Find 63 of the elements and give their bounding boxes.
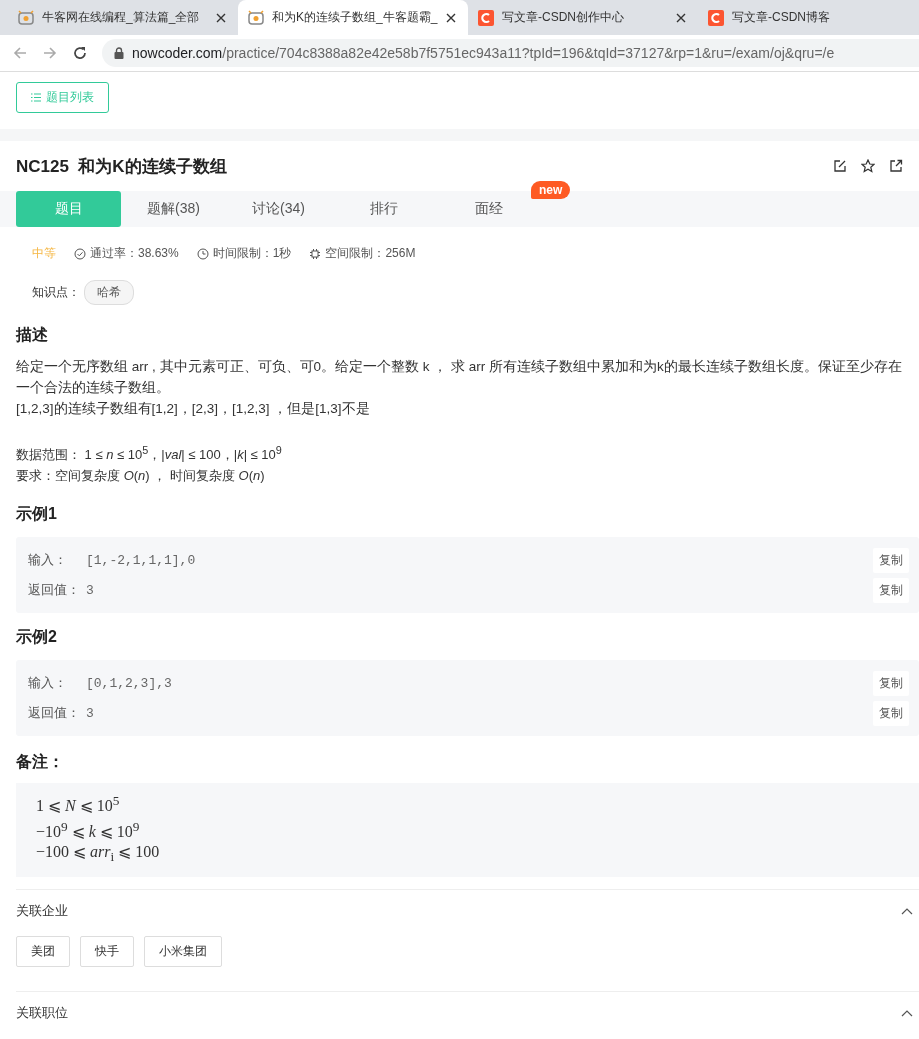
difficulty-label: 中等 xyxy=(32,245,56,262)
star-icon[interactable] xyxy=(861,159,875,173)
company-tag[interactable]: 美团 xyxy=(16,936,70,968)
problem-tab[interactable]: 讨论(34) xyxy=(226,191,331,227)
stat-text: 空间限制：256M xyxy=(325,245,416,262)
close-icon[interactable] xyxy=(676,12,686,23)
problem-title: NC125 和为K的连续子数组 xyxy=(16,155,227,178)
example-label: 输入： xyxy=(28,551,68,570)
company-tag[interactable]: 小米集团 xyxy=(144,936,222,968)
clock-icon xyxy=(196,247,209,260)
formula-text: −100 ⩽ arr$_{i}$ ⩽ 100 xyxy=(36,842,161,867)
lock-icon xyxy=(114,47,124,59)
close-icon[interactable] xyxy=(446,12,456,23)
copy-button[interactable]: 复制 xyxy=(873,547,909,573)
nowcoder-logo-icon xyxy=(248,9,264,26)
company-tag[interactable]: 快手 xyxy=(80,936,134,968)
browser-tab[interactable]: 和为K的连续子数组_牛客题霸_ xyxy=(238,0,468,35)
copy-button[interactable]: 复制 xyxy=(873,670,909,696)
constraint-text: 数据范围： 1 ≤ n ≤ 10$^{5}$，|val| ≤ 100，|k| ≤ 10$^{9}$ xyxy=(16,443,283,465)
csdn-logo-icon xyxy=(478,9,494,26)
example-value: 3 xyxy=(85,582,95,598)
chevron-icon[interactable] xyxy=(901,907,913,916)
formula-text: −10$^{9}$ ⩽ k ⩽ 10$^{9}$ xyxy=(36,817,141,842)
formula-text: 1 ⩽ N ⩽ 10$^{5}$ xyxy=(36,792,121,817)
check-circle-icon xyxy=(74,247,86,260)
knowledge-label: 知识点： xyxy=(32,284,80,301)
copy-button[interactable]: 复制 xyxy=(873,700,909,726)
browser-tab[interactable]: 牛客网在线编程_算法篇_全部 xyxy=(8,0,238,35)
stat-text: 通过率：38.63% xyxy=(90,245,179,262)
problem-tab[interactable]: 排行 xyxy=(331,191,436,227)
example-value: [1,-2,1,1,1],0 xyxy=(85,552,197,568)
description-text: 给定一个无序数组 arr , 其中元素可正、可负、可0。给定一个整数 k ， 求 arr 所有连续子数组中累加和为k的最长连续子数组长度。保证至少存在一个合法的连续子数组。 xyxy=(16,358,903,397)
description-text: [1,2,3]的连续子数组有[1,2]，[2,3]，[1,2,3] ，但是[1,3]不是 xyxy=(16,400,371,418)
related-heading: 关联企业 xyxy=(16,902,68,921)
browser-tab[interactable]: 写文章-CSDN博客 xyxy=(698,0,919,35)
example-value: 3 xyxy=(85,705,95,721)
constraint-text: 要求：空间复杂度 O(n) ， 时间复杂度 O(n) xyxy=(16,467,266,486)
list-icon xyxy=(31,93,41,102)
example-label: 返回值： xyxy=(28,704,81,723)
edit-icon[interactable] xyxy=(833,159,847,173)
example-label: 返回值： xyxy=(28,581,81,600)
example-label: 输入： xyxy=(28,674,68,693)
section-heading: 示例1 xyxy=(16,504,58,525)
section-heading: 描述 xyxy=(16,325,49,345)
nowcoder-logo-icon xyxy=(18,9,34,26)
chip-icon xyxy=(309,247,322,260)
url-text: nowcoder.com/practice/704c8388a82e42e58b7f5751ec943a11?tpId=196&tqId=37127&rp=1&ru=/exam/oj&qru=/e xyxy=(132,45,835,61)
new-badge: new xyxy=(531,181,571,199)
close-icon[interactable] xyxy=(216,12,226,23)
related-heading: 关联职位 xyxy=(16,1004,68,1023)
problem-tab[interactable]: 题解(38) xyxy=(121,191,226,227)
copy-button[interactable]: 复制 xyxy=(873,577,909,603)
example-value: [0,1,2,3],3 xyxy=(85,675,173,691)
section-heading: 备注： xyxy=(16,752,65,773)
address-bar[interactable]: nowcoder.com/practice/704c8388a82e42e58b7f5751ec943a11?tpId=196&tqId=37127&rp=1&ru=/exam/oj&qru=/e xyxy=(102,39,919,67)
chevron-icon[interactable] xyxy=(901,1009,913,1018)
browser-tab[interactable]: 写文章-CSDN创作中心 xyxy=(468,0,698,35)
share-icon[interactable] xyxy=(889,159,903,173)
csdn-logo-icon xyxy=(708,9,724,26)
section-heading: 示例2 xyxy=(16,627,58,648)
stat-text: 时间限制：1秒 xyxy=(212,245,292,262)
reload-icon[interactable] xyxy=(72,45,88,61)
topic-tag[interactable]: 哈希 xyxy=(84,280,134,305)
